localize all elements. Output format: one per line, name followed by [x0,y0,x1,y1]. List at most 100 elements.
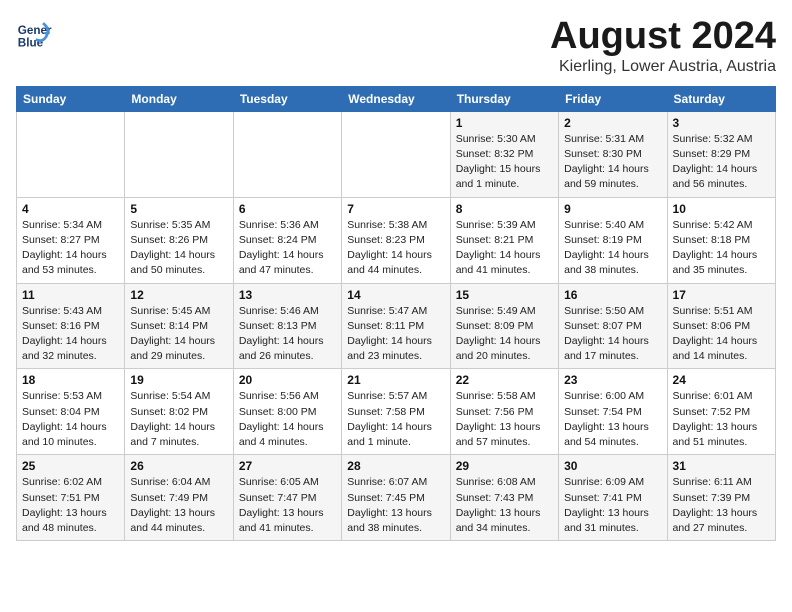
day-info: Sunrise: 5:50 AM Sunset: 8:07 PM Dayligh… [564,304,661,365]
empty-cell [125,111,233,197]
svg-text:Blue: Blue [18,37,44,50]
title-area: August 2024 Kierling, Lower Austria, Aus… [550,16,776,76]
day-cell-7: 7 Sunrise: 5:38 AM Sunset: 8:23 PM Daylig… [342,197,450,283]
day-cell-17: 17 Sunrise: 5:51 AM Sunset: 8:06 PM Dayli… [667,283,775,369]
day-info: Sunrise: 5:43 AM Sunset: 8:16 PM Dayligh… [22,304,119,365]
day-info: Sunrise: 5:36 AM Sunset: 8:24 PM Dayligh… [239,218,336,279]
day-number: 4 [22,202,119,216]
day-number: 21 [347,373,444,387]
day-info: Sunrise: 6:11 AM Sunset: 7:39 PM Dayligh… [673,475,770,536]
logo: General Blue [16,16,52,52]
day-cell-9: 9 Sunrise: 5:40 AM Sunset: 8:19 PM Daylig… [559,197,667,283]
day-info: Sunrise: 5:42 AM Sunset: 8:18 PM Dayligh… [673,218,770,279]
day-cell-25: 25 Sunrise: 6:02 AM Sunset: 7:51 PM Dayli… [17,455,125,541]
day-cell-23: 23Sunrise: 6:00 AM Sunset: 7:54 PM Dayli… [559,369,667,455]
day-cell-29: 29 Sunrise: 6:08 AM Sunset: 7:43 PM Dayli… [450,455,558,541]
day-number: 26 [130,459,227,473]
weekday-header-wednesday: Wednesday [342,86,450,111]
day-info: Sunrise: 5:35 AM Sunset: 8:26 PM Dayligh… [130,218,227,279]
day-cell-8: 8 Sunrise: 5:39 AM Sunset: 8:21 PM Daylig… [450,197,558,283]
day-number: 7 [347,202,444,216]
week-row-4: 18Sunrise: 5:53 AM Sunset: 8:04 PM Dayli… [17,369,776,455]
day-cell-21: 21 Sunrise: 5:57 AM Sunset: 7:58 PM Dayli… [342,369,450,455]
day-number: 6 [239,202,336,216]
day-info: Sunrise: 6:04 AM Sunset: 7:49 PM Dayligh… [130,475,227,536]
location-title: Kierling, Lower Austria, Austria [550,58,776,76]
day-info: Sunrise: 5:56 AM Sunset: 8:00 PM Dayligh… [239,389,336,450]
day-number: 24 [673,373,770,387]
day-number: 31 [673,459,770,473]
day-number: 30 [564,459,661,473]
day-cell-30: 30 Sunrise: 6:09 AM Sunset: 7:41 PM Dayli… [559,455,667,541]
week-row-5: 25 Sunrise: 6:02 AM Sunset: 7:51 PM Dayli… [17,455,776,541]
day-cell-18: 18Sunrise: 5:53 AM Sunset: 8:04 PM Dayli… [17,369,125,455]
day-number: 20 [239,373,336,387]
day-number: 9 [564,202,661,216]
day-number: 16 [564,288,661,302]
day-number: 27 [239,459,336,473]
week-row-1: 1Sunrise: 5:30 AM Sunset: 8:32 PM Daylig… [17,111,776,197]
day-number: 13 [239,288,336,302]
month-title: August 2024 [550,16,776,58]
day-info: Sunrise: 5:39 AM Sunset: 8:21 PM Dayligh… [456,218,553,279]
day-info: Sunrise: 5:47 AM Sunset: 8:11 PM Dayligh… [347,304,444,365]
day-cell-1: 1Sunrise: 5:30 AM Sunset: 8:32 PM Daylig… [450,111,558,197]
day-number: 5 [130,202,227,216]
day-number: 28 [347,459,444,473]
logo-icon: General Blue [16,16,52,52]
day-cell-4: 4 Sunrise: 5:34 AM Sunset: 8:27 PM Daylig… [17,197,125,283]
day-number: 12 [130,288,227,302]
day-cell-28: 28 Sunrise: 6:07 AM Sunset: 7:45 PM Dayli… [342,455,450,541]
weekday-header-saturday: Saturday [667,86,775,111]
day-info: Sunrise: 6:01 AM Sunset: 7:52 PM Dayligh… [673,389,770,450]
day-number: 3 [673,116,770,130]
day-cell-26: 26 Sunrise: 6:04 AM Sunset: 7:49 PM Dayli… [125,455,233,541]
day-cell-16: 16 Sunrise: 5:50 AM Sunset: 8:07 PM Dayli… [559,283,667,369]
day-number: 2 [564,116,661,130]
day-number: 8 [456,202,553,216]
day-cell-6: 6 Sunrise: 5:36 AM Sunset: 8:24 PM Daylig… [233,197,341,283]
day-info: Sunrise: 5:57 AM Sunset: 7:58 PM Dayligh… [347,389,444,450]
day-info: Sunrise: 5:34 AM Sunset: 8:27 PM Dayligh… [22,218,119,279]
day-info: Sunrise: 5:40 AM Sunset: 8:19 PM Dayligh… [564,218,661,279]
day-cell-12: 12 Sunrise: 5:45 AM Sunset: 8:14 PM Dayli… [125,283,233,369]
day-info: Sunrise: 5:58 AM Sunset: 7:56 PM Dayligh… [456,389,553,450]
day-number: 18 [22,373,119,387]
day-number: 25 [22,459,119,473]
weekday-header-thursday: Thursday [450,86,558,111]
day-cell-31: 31 Sunrise: 6:11 AM Sunset: 7:39 PM Dayli… [667,455,775,541]
calendar-table: SundayMondayTuesdayWednesdayThursdayFrid… [16,86,776,541]
empty-cell [17,111,125,197]
empty-cell [342,111,450,197]
day-cell-13: 13 Sunrise: 5:46 AM Sunset: 8:13 PM Dayli… [233,283,341,369]
day-number: 10 [673,202,770,216]
weekday-header-sunday: Sunday [17,86,125,111]
day-cell-10: 10 Sunrise: 5:42 AM Sunset: 8:18 PM Dayli… [667,197,775,283]
day-info: Sunrise: 5:51 AM Sunset: 8:06 PM Dayligh… [673,304,770,365]
day-info: Sunrise: 5:49 AM Sunset: 8:09 PM Dayligh… [456,304,553,365]
day-info: Sunrise: 5:54 AM Sunset: 8:02 PM Dayligh… [130,389,227,450]
day-info: Sunrise: 5:46 AM Sunset: 8:13 PM Dayligh… [239,304,336,365]
day-info: Sunrise: 5:45 AM Sunset: 8:14 PM Dayligh… [130,304,227,365]
day-cell-14: 14 Sunrise: 5:47 AM Sunset: 8:11 PM Dayli… [342,283,450,369]
day-cell-24: 24 Sunrise: 6:01 AM Sunset: 7:52 PM Dayli… [667,369,775,455]
weekday-header-row: SundayMondayTuesdayWednesdayThursdayFrid… [17,86,776,111]
day-info: Sunrise: 6:05 AM Sunset: 7:47 PM Dayligh… [239,475,336,536]
day-number: 22 [456,373,553,387]
day-info: Sunrise: 6:08 AM Sunset: 7:43 PM Dayligh… [456,475,553,536]
day-number: 29 [456,459,553,473]
day-info: Sunrise: 5:38 AM Sunset: 8:23 PM Dayligh… [347,218,444,279]
day-number: 17 [673,288,770,302]
week-row-3: 11 Sunrise: 5:43 AM Sunset: 8:16 PM Dayli… [17,283,776,369]
day-number: 15 [456,288,553,302]
day-number: 23 [564,373,661,387]
day-number: 14 [347,288,444,302]
day-cell-5: 5 Sunrise: 5:35 AM Sunset: 8:26 PM Daylig… [125,197,233,283]
day-cell-20: 20 Sunrise: 5:56 AM Sunset: 8:00 PM Dayli… [233,369,341,455]
day-info: Sunrise: 6:07 AM Sunset: 7:45 PM Dayligh… [347,475,444,536]
day-number: 11 [22,288,119,302]
day-info: Sunrise: 6:02 AM Sunset: 7:51 PM Dayligh… [22,475,119,536]
day-info: Sunrise: 6:09 AM Sunset: 7:41 PM Dayligh… [564,475,661,536]
empty-cell [233,111,341,197]
day-cell-11: 11 Sunrise: 5:43 AM Sunset: 8:16 PM Dayli… [17,283,125,369]
